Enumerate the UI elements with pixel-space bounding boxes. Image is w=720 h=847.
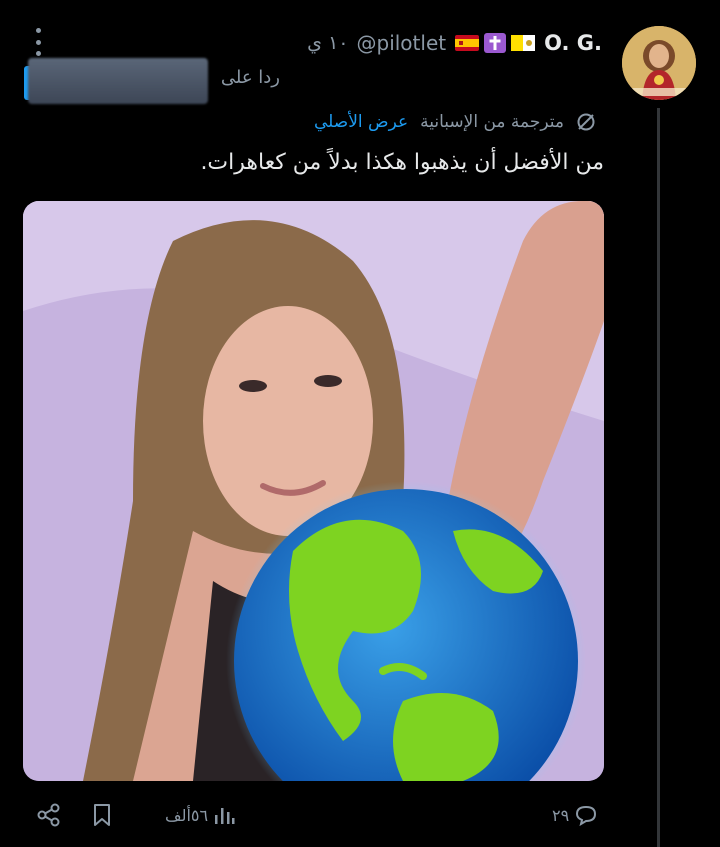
thread-line <box>657 108 660 847</box>
display-name[interactable]: O. G. <box>544 31 602 55</box>
post-header: O. G. @pilotlet ١٠ ي <box>307 28 602 58</box>
post-text: من الأفضل أن يذهبوا هكذا بدلاً من كعاهرا… <box>200 150 604 175</box>
reply-icon <box>576 805 597 827</box>
post-timestamp[interactable]: ١٠ ي <box>307 32 348 54</box>
latin-cross-icon <box>484 33 507 53</box>
view-count: ٥٦ألف <box>165 805 209 825</box>
reply-to-label: ردا على <box>220 66 280 88</box>
photo-woman-with-globe <box>23 201 604 781</box>
translated-from-label: مترجمة من الإسبانية <box>420 112 564 132</box>
action-bar: ٢٩ ٥٦ألف <box>0 790 720 847</box>
avatar-image <box>622 26 696 100</box>
translate-icon <box>577 113 595 131</box>
analytics-icon <box>215 808 235 824</box>
reply-button[interactable]: ٢٩ <box>552 790 599 840</box>
bookmark-button[interactable] <box>90 790 114 840</box>
profile-badges <box>454 33 536 53</box>
redacted-mention <box>28 58 208 104</box>
share-button[interactable] <box>36 790 62 840</box>
translation-row: مترجمة من الإسبانية عرض الأصلي <box>314 108 596 136</box>
share-icon <box>37 803 60 827</box>
reply-count: ٢٩ <box>552 805 570 825</box>
post-image[interactable] <box>23 201 604 781</box>
views-button[interactable]: ٥٦ألف <box>165 790 236 840</box>
author-handle[interactable]: @pilotlet <box>357 31 447 55</box>
avatar[interactable] <box>622 26 696 100</box>
bookmark-icon <box>94 804 110 826</box>
spain-flag-icon <box>455 35 480 51</box>
reply-to-row: ردا على <box>221 63 280 91</box>
vatican-flag-icon <box>511 35 536 51</box>
more-options-icon[interactable] <box>30 28 46 56</box>
show-original-link[interactable]: عرض الأصلي <box>314 112 408 132</box>
